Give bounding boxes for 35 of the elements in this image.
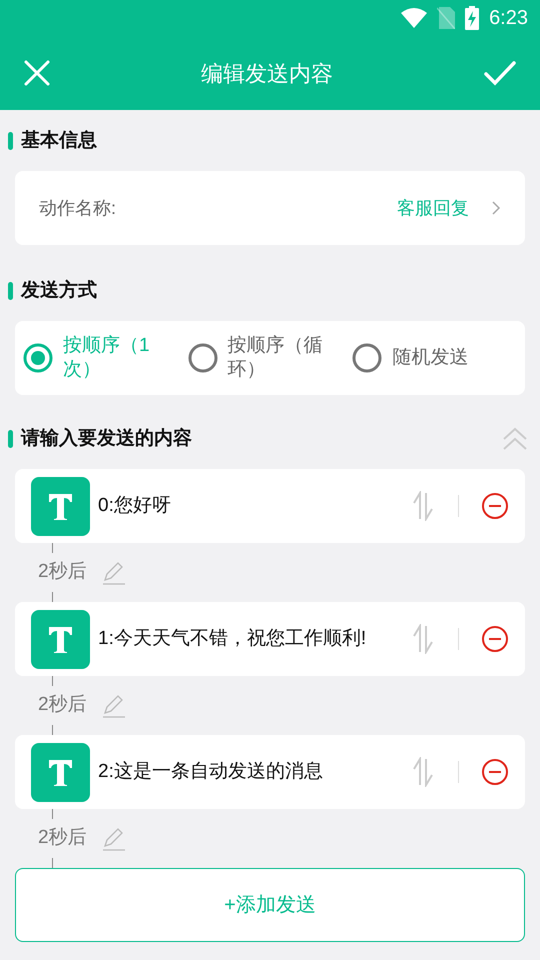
delay-label: 2秒后 bbox=[38, 826, 87, 850]
action-name-label: 动作名称: bbox=[39, 196, 116, 220]
radio-option[interactable]: 按顺序（循环） bbox=[188, 334, 352, 382]
sim-card-icon bbox=[437, 7, 456, 29]
status-time: 6:23 bbox=[489, 6, 528, 31]
pencil-icon[interactable] bbox=[100, 560, 125, 584]
remove-icon[interactable] bbox=[481, 625, 509, 653]
section-marker bbox=[8, 430, 13, 448]
radio-option[interactable]: 随机发送 bbox=[352, 343, 517, 373]
section-marker bbox=[8, 282, 13, 300]
text-type-icon bbox=[31, 610, 90, 668]
collapse-icon[interactable] bbox=[502, 427, 528, 451]
pencil-icon[interactable] bbox=[100, 694, 125, 718]
checkmark-icon[interactable] bbox=[484, 60, 516, 86]
remove-icon[interactable] bbox=[481, 492, 509, 520]
section-heading: 基本信息 bbox=[21, 128, 97, 153]
chevron-right-icon bbox=[491, 200, 501, 216]
action-name-value: 客服回复 bbox=[397, 196, 469, 220]
battery-icon bbox=[465, 6, 480, 30]
message-text: 1:今天天气不错，祝您工作顺利! bbox=[98, 627, 368, 651]
delay-label: 2秒后 bbox=[38, 560, 87, 584]
message-text: 2:这是一条自动发送的消息 bbox=[98, 760, 324, 784]
text-type-icon bbox=[31, 476, 90, 536]
text-type-icon bbox=[31, 742, 90, 802]
section-marker bbox=[8, 132, 13, 150]
section-heading: 发送方式 bbox=[21, 278, 97, 303]
close-icon[interactable] bbox=[24, 60, 50, 86]
delay-label: 2秒后 bbox=[38, 693, 87, 718]
wifi-icon bbox=[401, 8, 428, 28]
remove-icon[interactable] bbox=[481, 758, 509, 786]
section-heading: 请输入要发送的内容 bbox=[21, 426, 192, 451]
screen-title: 编辑发送内容 bbox=[201, 60, 333, 88]
message-text: 0:您好呀 bbox=[98, 494, 172, 518]
action-name-row[interactable]: 动作名称: 客服回复 bbox=[15, 171, 525, 245]
pencil-icon[interactable] bbox=[100, 826, 125, 850]
